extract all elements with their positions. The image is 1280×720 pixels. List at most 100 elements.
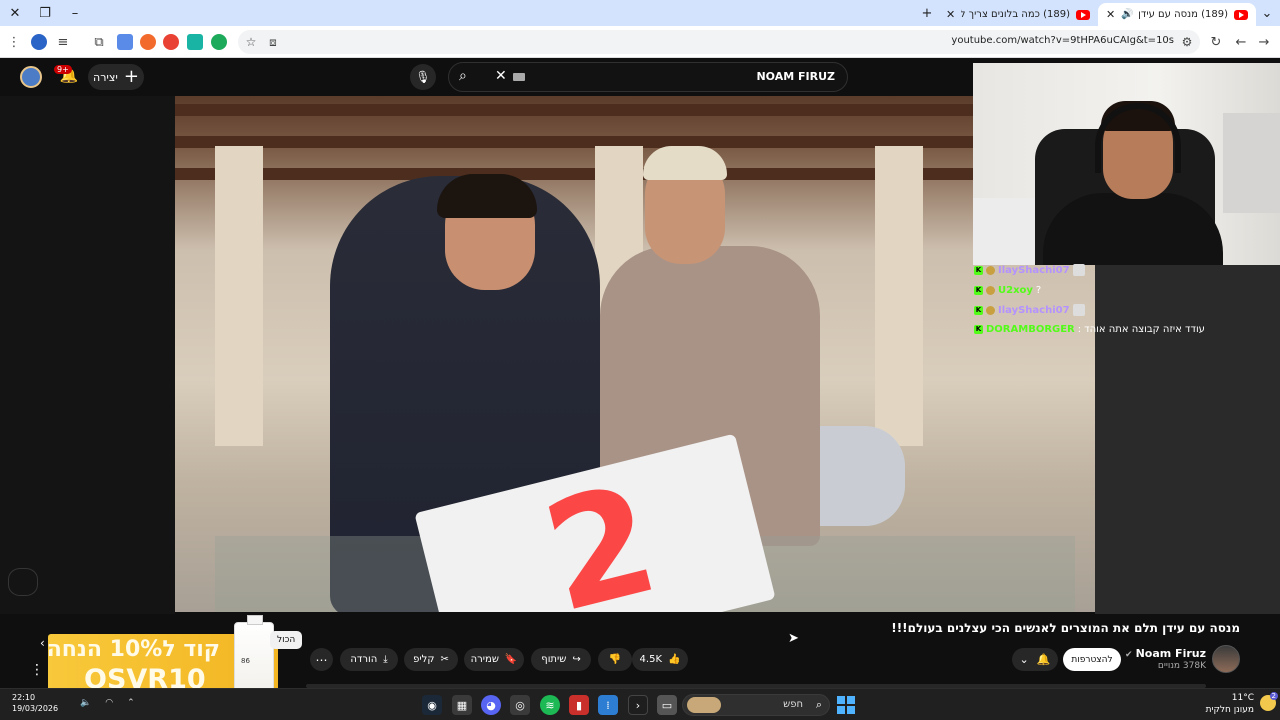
extension-icon[interactable] bbox=[187, 34, 203, 50]
page-background-left bbox=[0, 96, 175, 614]
clock-time: 22:10 bbox=[12, 693, 36, 702]
tab-close-icon[interactable]: ✕ bbox=[1106, 8, 1115, 21]
terminal-icon[interactable]: › bbox=[628, 695, 648, 715]
search-icon: ⌕ bbox=[815, 698, 822, 711]
tab-search-icon[interactable]: ⌄ bbox=[1256, 0, 1278, 26]
chat-message: K U2xoy ? bbox=[974, 283, 1041, 297]
ad-discount-text: קוד ל10% הנחה bbox=[46, 637, 220, 662]
audio-playing-icon[interactable]: 🔊 bbox=[1121, 9, 1133, 20]
browser-tab-active[interactable]: (189) מנסה עם עידן תלם את 🔊 ✕ bbox=[1098, 3, 1256, 26]
extension-icon[interactable] bbox=[211, 34, 227, 50]
weather-widget[interactable]: 11°C מעונן חלקית bbox=[1206, 692, 1254, 716]
streamer-webcam bbox=[973, 63, 1280, 265]
more-options-icon[interactable]: ⋮ bbox=[30, 662, 44, 678]
chat-message: K IlayShachi07 bbox=[974, 303, 1085, 317]
verified-badge-icon: ✔ bbox=[1125, 650, 1133, 660]
task-view-icon[interactable]: ▭ bbox=[657, 695, 677, 715]
windows-start-icon[interactable] bbox=[837, 696, 855, 714]
chat-text: עודד איזה קבוצה אתה אוהד bbox=[1084, 323, 1205, 335]
tab-close-icon[interactable]: ✕ bbox=[946, 8, 955, 21]
save-label: שמירה bbox=[470, 654, 499, 665]
chat-emote-icon bbox=[1072, 304, 1085, 316]
tray-overflow-icon[interactable]: ⌃ bbox=[127, 698, 135, 708]
site-info-icon[interactable]: ⚙ bbox=[1178, 33, 1196, 51]
address-bar[interactable]: ☆ ⧈ youtube.com/watch?v=9tHPA6uCAIg&t=10… bbox=[238, 30, 1200, 54]
reload-icon[interactable]: ↻ bbox=[1206, 32, 1226, 52]
system-clock[interactable]: 22:10 19/03/2026 bbox=[12, 692, 58, 714]
steam-icon[interactable]: ◉ bbox=[422, 695, 442, 715]
discord-icon[interactable]: ◕ bbox=[481, 695, 501, 715]
media-controls-icon[interactable]: ≡ bbox=[53, 32, 73, 52]
like-button[interactable]: 👍 4.5K bbox=[632, 648, 688, 671]
window-restore-icon[interactable]: ❐ bbox=[30, 0, 60, 26]
browser-tab[interactable]: (189) כמה בלונים צריך להעיף ✕ bbox=[938, 3, 1098, 26]
plus-icon: + bbox=[123, 66, 139, 87]
person-left-hair bbox=[437, 174, 537, 218]
kick-badge-icon: K bbox=[974, 324, 983, 334]
bottle-cap bbox=[247, 615, 263, 625]
dislike-button[interactable]: 👎 bbox=[598, 648, 632, 671]
window-minimize-icon[interactable]: – bbox=[60, 0, 90, 26]
channel-name[interactable]: Noam Firuz bbox=[1136, 647, 1206, 660]
keyboard-icon[interactable] bbox=[513, 73, 525, 81]
search-icon[interactable]: ⌕ bbox=[459, 68, 467, 84]
kick-badge-icon: K bbox=[974, 285, 983, 295]
back-arrow-icon[interactable]: ← bbox=[1231, 32, 1251, 52]
clear-search-icon[interactable]: ✕ bbox=[495, 68, 507, 84]
join-button[interactable]: להצטרפות bbox=[1063, 648, 1121, 671]
chevron-left-icon[interactable]: ‹ bbox=[40, 636, 45, 650]
more-actions-button[interactable]: ⋯ bbox=[310, 648, 333, 671]
chrome-icon[interactable]: ◎ bbox=[510, 695, 530, 715]
apps-grid-icon[interactable]: ⁞ bbox=[598, 695, 618, 715]
weather-description: מעונן חלקית bbox=[1205, 705, 1254, 715]
share-button[interactable]: ↪ שיתוף bbox=[531, 648, 591, 671]
install-app-icon[interactable]: ⧈ bbox=[264, 33, 282, 51]
save-button[interactable]: 🔖 שמירה bbox=[464, 648, 524, 671]
spotify-icon[interactable]: ≋ bbox=[540, 695, 560, 715]
video-player[interactable]: 2 bbox=[175, 96, 1095, 612]
store-icon[interactable]: ▦ bbox=[452, 695, 472, 715]
chrome-menu-icon[interactable]: ⋮ bbox=[4, 32, 24, 52]
volume-icon[interactable]: 🔈 bbox=[80, 698, 91, 708]
forward-arrow-icon[interactable]: → bbox=[1254, 32, 1274, 52]
channel-avatar[interactable] bbox=[1212, 645, 1240, 673]
bookmark-star-icon[interactable]: ☆ bbox=[242, 33, 260, 51]
tab-title: (189) כמה בלונים צריך להעיף bbox=[961, 9, 1070, 20]
window-close-icon[interactable]: ✕ bbox=[0, 0, 30, 26]
subscription-bell-button[interactable]: ⌄ 🔔 bbox=[1012, 648, 1058, 671]
share-label: שיתוף bbox=[541, 654, 567, 665]
voice-search-mic-icon[interactable]: 🎙 bbox=[410, 64, 436, 90]
person-right-hair bbox=[643, 146, 727, 180]
bell-icon: 🔔 bbox=[1036, 653, 1051, 666]
chat-text: ? bbox=[1035, 284, 1042, 296]
extension-icon[interactable] bbox=[163, 34, 179, 50]
system-tray: 🔈 ◠ ⌃ bbox=[80, 698, 135, 708]
clip-button[interactable]: ✂ קליפ bbox=[404, 648, 458, 671]
youtube-header: 🔔 9+ + יצירה 🎙 ⌕ ✕ NOAM FIRUZ bbox=[0, 58, 973, 96]
extension-icon[interactable] bbox=[117, 34, 133, 50]
account-avatar[interactable] bbox=[20, 66, 42, 88]
download-button[interactable]: ⤓ הורדה bbox=[340, 648, 398, 671]
browser-toolbar: ⋮ ≡ ⧉ ☆ ⧈ youtube.com/watch?v=9tHPA6uCAI… bbox=[0, 26, 1280, 58]
stream-chat-panel bbox=[1095, 265, 1280, 614]
network-icon[interactable]: ◠ bbox=[105, 698, 113, 708]
streamer-body bbox=[1043, 193, 1223, 265]
painted-number: 2 bbox=[529, 452, 673, 612]
create-button[interactable]: + יצירה bbox=[88, 64, 144, 90]
extension-icon[interactable] bbox=[140, 34, 156, 50]
search-query-text[interactable]: NOAM FIRUZ bbox=[756, 70, 835, 83]
taskbar-search[interactable]: חפש ⌕ bbox=[682, 694, 830, 716]
filter-chip-all[interactable]: הכול bbox=[270, 631, 303, 649]
thumbs-up-icon: 👍 bbox=[668, 654, 681, 665]
chat-username: U2xoy bbox=[998, 284, 1033, 296]
obs-icon[interactable]: ▮ bbox=[569, 695, 589, 715]
search-input[interactable]: ⌕ ✕ NOAM FIRUZ bbox=[448, 62, 848, 92]
profile-icon[interactable] bbox=[31, 34, 47, 50]
browser-tab-bar: ✕ ❐ – + (189) כמה בלונים צריך להעיף ✕ (1… bbox=[0, 0, 1280, 26]
chat-emote-icon bbox=[1072, 264, 1085, 276]
kick-badge-icon: K bbox=[974, 265, 983, 275]
url-text[interactable]: youtube.com/watch?v=9tHPA6uCAIg&t=10s bbox=[951, 35, 1174, 46]
channel-name-link[interactable]: ✔ Noam Firuz bbox=[1125, 647, 1206, 660]
share-icon: ↪ bbox=[572, 654, 581, 665]
extensions-icon[interactable]: ⧉ bbox=[89, 32, 109, 52]
